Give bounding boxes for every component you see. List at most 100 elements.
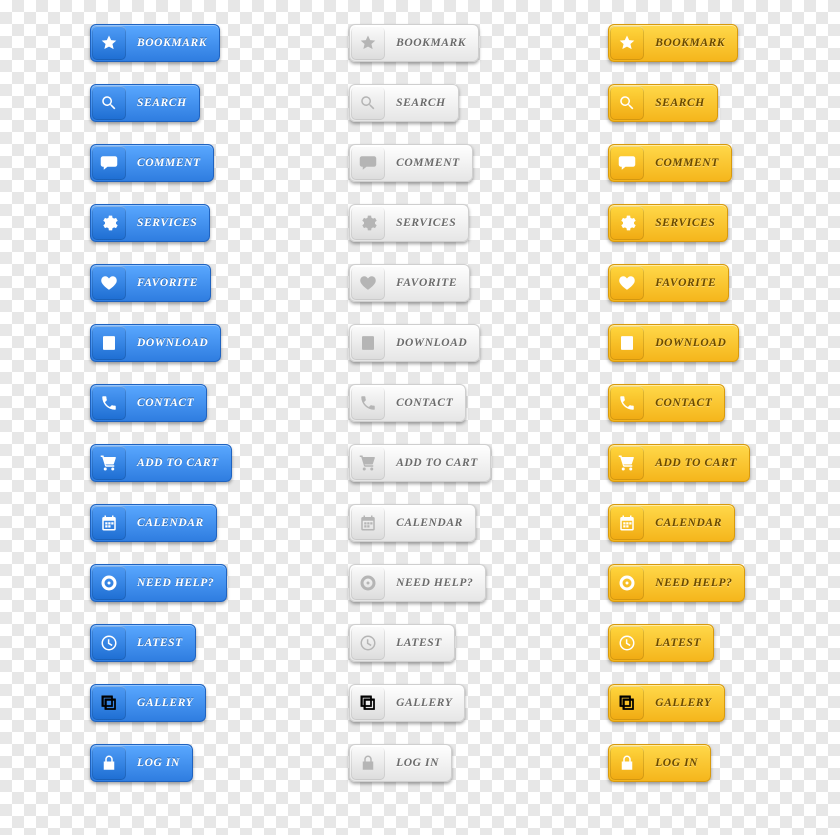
addtocart-label: ADD TO CART: [386, 457, 490, 469]
login-button[interactable]: LOG IN: [349, 744, 452, 782]
cart-icon: [92, 446, 126, 480]
speech-bubble-icon: [610, 146, 644, 180]
search-label: SEARCH: [645, 97, 717, 109]
gallery-icon: [92, 686, 126, 720]
lifebuoy-icon: [92, 566, 126, 600]
addtocart-button[interactable]: ADD TO CART: [349, 444, 491, 482]
speech-bubble-icon: [92, 146, 126, 180]
download-label: DOWNLOAD: [127, 337, 220, 349]
comment-label: COMMENT: [645, 157, 731, 169]
contact-label: CONTACT: [386, 397, 465, 409]
download-icon: [351, 326, 385, 360]
comment-button[interactable]: COMMENT: [349, 144, 473, 182]
login-button[interactable]: LOG IN: [90, 744, 193, 782]
calendar-button[interactable]: CALENDAR: [90, 504, 217, 542]
contact-button[interactable]: CONTACT: [90, 384, 207, 422]
download-button[interactable]: DOWNLOAD: [90, 324, 221, 362]
gallery-label: GALLERY: [645, 697, 723, 709]
latest-button[interactable]: LATEST: [90, 624, 196, 662]
services-label: SERVICES: [386, 217, 468, 229]
search-label: SEARCH: [127, 97, 199, 109]
favorite-button[interactable]: FAVORITE: [349, 264, 470, 302]
help-button[interactable]: NEED HELP?: [608, 564, 745, 602]
heart-icon: [610, 266, 644, 300]
contact-button[interactable]: CONTACT: [608, 384, 725, 422]
calendar-label: CALENDAR: [127, 517, 216, 529]
cart-icon: [610, 446, 644, 480]
calendar-button[interactable]: CALENDAR: [608, 504, 735, 542]
column-blue: BOOKMARK SEARCH COMMENT SERVICES FAVORITE DOW…: [90, 24, 232, 782]
services-button[interactable]: SERVICES: [608, 204, 728, 242]
help-label: NEED HELP?: [645, 577, 744, 589]
gear-icon: [351, 206, 385, 240]
star-icon: [92, 26, 126, 60]
gallery-label: GALLERY: [386, 697, 464, 709]
phone-icon: [610, 386, 644, 420]
gallery-button[interactable]: GALLERY: [349, 684, 465, 722]
gallery-icon: [351, 686, 385, 720]
login-label: LOG IN: [127, 757, 192, 769]
services-button[interactable]: SERVICES: [349, 204, 469, 242]
addtocart-label: ADD TO CART: [127, 457, 231, 469]
bookmark-button[interactable]: BOOKMARK: [90, 24, 220, 62]
help-button[interactable]: NEED HELP?: [90, 564, 227, 602]
comment-label: COMMENT: [127, 157, 213, 169]
clock-icon: [610, 626, 644, 660]
calendar-icon: [610, 506, 644, 540]
speech-bubble-icon: [351, 146, 385, 180]
help-label: NEED HELP?: [127, 577, 226, 589]
latest-button[interactable]: LATEST: [349, 624, 455, 662]
login-button[interactable]: LOG IN: [608, 744, 711, 782]
download-label: DOWNLOAD: [645, 337, 738, 349]
bookmark-label: BOOKMARK: [127, 37, 219, 49]
lifebuoy-icon: [610, 566, 644, 600]
download-button[interactable]: DOWNLOAD: [349, 324, 480, 362]
calendar-icon: [351, 506, 385, 540]
calendar-button[interactable]: CALENDAR: [349, 504, 476, 542]
comment-button[interactable]: COMMENT: [90, 144, 214, 182]
calendar-label: CALENDAR: [386, 517, 475, 529]
search-button[interactable]: SEARCH: [349, 84, 459, 122]
services-label: SERVICES: [645, 217, 727, 229]
heart-icon: [351, 266, 385, 300]
search-icon: [92, 86, 126, 120]
comment-button[interactable]: COMMENT: [608, 144, 732, 182]
lifebuoy-icon: [351, 566, 385, 600]
gallery-button[interactable]: GALLERY: [608, 684, 724, 722]
login-label: LOG IN: [386, 757, 451, 769]
bookmark-label: BOOKMARK: [386, 37, 478, 49]
latest-button[interactable]: LATEST: [608, 624, 714, 662]
contact-button[interactable]: CONTACT: [349, 384, 466, 422]
clock-icon: [351, 626, 385, 660]
help-button[interactable]: NEED HELP?: [349, 564, 486, 602]
favorite-label: FAVORITE: [386, 277, 469, 289]
phone-icon: [92, 386, 126, 420]
clock-icon: [92, 626, 126, 660]
gallery-button[interactable]: GALLERY: [90, 684, 206, 722]
search-icon: [351, 86, 385, 120]
search-button[interactable]: SEARCH: [608, 84, 718, 122]
column-gold: BOOKMARK SEARCH COMMENT SERVICES FAVORITE DOW…: [608, 24, 750, 782]
bookmark-button[interactable]: BOOKMARK: [349, 24, 479, 62]
comment-label: COMMENT: [386, 157, 472, 169]
calendar-icon: [92, 506, 126, 540]
search-button[interactable]: SEARCH: [90, 84, 200, 122]
gear-icon: [610, 206, 644, 240]
star-icon: [610, 26, 644, 60]
download-label: DOWNLOAD: [386, 337, 479, 349]
favorite-label: FAVORITE: [127, 277, 210, 289]
search-label: SEARCH: [386, 97, 458, 109]
addtocart-button[interactable]: ADD TO CART: [90, 444, 232, 482]
gallery-label: GALLERY: [127, 697, 205, 709]
addtocart-label: ADD TO CART: [645, 457, 749, 469]
phone-icon: [351, 386, 385, 420]
favorite-button[interactable]: FAVORITE: [90, 264, 211, 302]
favorite-button[interactable]: FAVORITE: [608, 264, 729, 302]
bookmark-button[interactable]: BOOKMARK: [608, 24, 738, 62]
download-icon: [92, 326, 126, 360]
addtocart-button[interactable]: ADD TO CART: [608, 444, 750, 482]
services-button[interactable]: SERVICES: [90, 204, 210, 242]
latest-label: LATEST: [127, 637, 195, 649]
download-button[interactable]: DOWNLOAD: [608, 324, 739, 362]
download-icon: [610, 326, 644, 360]
